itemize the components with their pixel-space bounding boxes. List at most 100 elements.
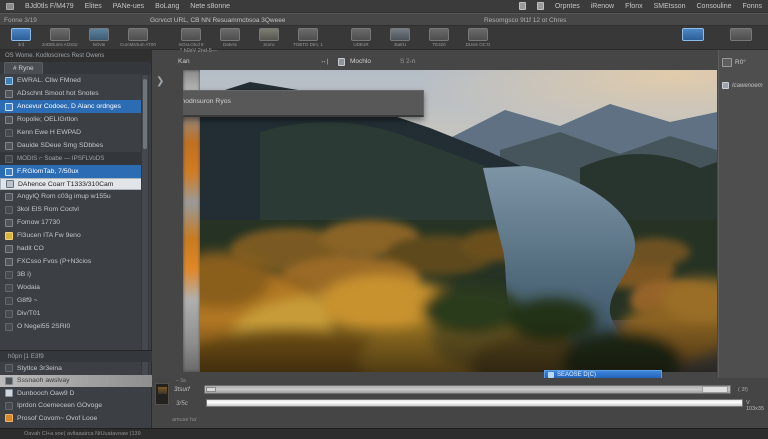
sidebar-tab[interactable]: # Ryne — [4, 62, 43, 74]
checkbox-icon[interactable] — [722, 82, 729, 89]
list-item[interactable]: 3kol ElS Rom Coctvl — [0, 203, 144, 216]
menu-item-edit[interactable]: Elites — [85, 3, 102, 10]
app-window-icon — [6, 3, 14, 10]
list-item-label: AngylQ Rom c03g imup w155u — [17, 193, 111, 200]
style-icon — [5, 364, 13, 372]
list-item[interactable]: Wodaia — [0, 281, 144, 294]
list-item-editing[interactable]: DAhence Coarr T1333/310Cam — [0, 178, 144, 190]
list-item[interactable]: Prosof Covom~ Ovof Looe — [0, 412, 152, 425]
sidebar-scrollbar[interactable] — [141, 74, 149, 384]
list-item[interactable]: FXCsso Fvos (P+N3cios — [0, 255, 144, 268]
export-icon — [5, 258, 13, 266]
menu-item-console[interactable]: Consouline — [697, 3, 732, 10]
tool-icon — [181, 28, 201, 41]
dot-icon — [5, 129, 13, 137]
menu-item-layer[interactable]: BoLang — [155, 3, 179, 10]
list-item[interactable]: G8f9 ~ — [0, 294, 144, 307]
options-left-label[interactable]: Kan — [178, 58, 190, 65]
list-item[interactable]: Fomow 17730 — [0, 216, 144, 229]
list-item[interactable]: Ropolie; OELIGrtlon — [0, 113, 144, 126]
menu-item-review[interactable]: iRenow — [591, 3, 614, 10]
photo-canvas[interactable]: Amodnsuron Ryos — [183, 70, 717, 372]
list-item[interactable]: hadit CO — [0, 242, 144, 255]
negative-icon — [5, 323, 13, 331]
list-item[interactable]: Div/T01 — [0, 307, 144, 320]
gear-icon — [5, 402, 13, 410]
slider2-track[interactable] — [206, 399, 743, 407]
list-item[interactable]: Kenn Ewe H EWPAD — [0, 126, 144, 139]
options-tool-label[interactable]: Mochlo — [350, 58, 371, 65]
panel-option-label: Icawenoem — [732, 83, 763, 89]
list-item[interactable]: O Negel55 2SRI0 — [0, 320, 144, 333]
slider1-start-box[interactable] — [206, 387, 216, 392]
tool-button[interactable]: CurcMsrtum AT001 — [121, 28, 155, 47]
list-item-label: 3kol ElS Rom Coctvl — [17, 206, 79, 213]
tool-label: TE320 — [432, 42, 445, 47]
menu-item-file[interactable]: BJd0tls F/M479 — [25, 3, 74, 10]
list-item-label: Kenn Ewe H EWPAD — [17, 129, 81, 136]
menu-item-options[interactable]: Orpntes — [555, 3, 580, 10]
info-center-label: Gcrvcct URL, CB NN Resuammcbsoa 3Qweee — [150, 17, 285, 24]
document-icon[interactable] — [519, 2, 526, 10]
list-item-selected[interactable]: Ancevur Codoec, D Alanc ordnges — [0, 100, 144, 113]
tool-button[interactable]: 2nDElums AOst1ms — [43, 28, 77, 47]
sidebar-list: EWRAL. Cllw FMned ADschnt Smoot hot Snot… — [0, 74, 144, 333]
tool-icon — [429, 28, 449, 41]
tool-button[interactable]: UDB1R — [344, 28, 378, 47]
list-item[interactable]: Dauide SDeue Smg SDbbes — [0, 139, 144, 152]
tool-button[interactable]: 3tatrU — [383, 28, 417, 47]
divider-icon — [5, 310, 13, 318]
menu-item-filter[interactable]: Ffonx — [625, 3, 643, 10]
file-icon — [5, 77, 13, 85]
tool-icon — [11, 28, 31, 41]
list-item[interactable]: Iprdon Coemeceen GOvoge — [0, 400, 152, 413]
tool-button[interactable]: TOBTO DIm, 1 — [291, 28, 325, 47]
menu-item-select[interactable]: Nete s8onne — [190, 3, 230, 10]
tool-icon — [50, 28, 70, 41]
tool-button-selected[interactable]: 3rd — [4, 28, 38, 47]
tool-button[interactable]: DUsts OC'O — [461, 28, 495, 47]
list-item-selected[interactable]: F.RGlomTab, 7/50ux — [0, 165, 144, 178]
menu-item-image[interactable]: PANe-ues — [113, 3, 144, 10]
tool-button[interactable] — [676, 28, 710, 42]
move-icon[interactable]: ↔| — [320, 58, 328, 65]
list-item[interactable]: 3B i) — [0, 268, 144, 281]
list-item-label: EWRAL. Cllw FMned — [17, 77, 81, 84]
filmstrip-thumbnail-icon[interactable] — [155, 383, 169, 405]
list-item[interactable]: EWRAL. Cllw FMned — [0, 74, 144, 87]
menu-item-fonts[interactable]: Fonns — [743, 3, 762, 10]
list-item[interactable]: Fl3ucen ITA Fw 9eno — [0, 229, 144, 242]
slider1-track[interactable] — [204, 385, 731, 394]
slider-note: – 3a — [176, 378, 186, 384]
panel-icon[interactable] — [537, 2, 544, 10]
tool-button[interactable]: Datvss — [213, 28, 247, 47]
slider1-handle[interactable] — [702, 386, 728, 393]
list-item-label: Prosof Covom~ Ovof Looe — [17, 415, 97, 422]
list-item-highlighted[interactable]: Sssnaoh awslvay — [0, 375, 152, 388]
scrollbar-thumb[interactable] — [143, 79, 147, 149]
collapse-panel-chevron-icon[interactable]: ❯ — [156, 76, 164, 87]
lower-panel-header: h0pn [1 E3f9 — [0, 350, 152, 362]
list-item[interactable]: ADschnt Smoot hot Snotes — [0, 87, 144, 100]
list-item-label: ADschnt Smoot hot Snotes — [17, 90, 99, 97]
checkbox-icon[interactable] — [5, 389, 13, 397]
tool-icon — [351, 28, 371, 41]
tool-button[interactable]: IsOsLOtcd 8 — [174, 28, 208, 47]
rotation-control[interactable]: R0° — [722, 58, 746, 67]
menu-item-session[interactable]: SMEtsson — [654, 3, 686, 10]
tool-button[interactable] — [724, 28, 758, 42]
tool-button[interactable]: TE320 — [422, 28, 456, 47]
options-right-label: S 2-n — [400, 58, 416, 65]
list-item[interactable]: Dunbooch Oaw9 D — [0, 387, 152, 400]
panel-option: Icawenoem — [722, 82, 763, 89]
sidebar-header: OS Wome. Kodloscirecs Rest Owens — [0, 50, 151, 62]
dropdown-overlay-panel[interactable]: Amodnsuron Ryos — [183, 90, 424, 117]
tool-button[interactable]: 3csnc — [252, 28, 286, 47]
list-item[interactable]: Stytlce 3r3eina — [0, 362, 152, 375]
tool-icon — [89, 28, 109, 41]
tool-button[interactable]: NOvte — [82, 28, 116, 47]
tool-label: TOBTO DIm, 1 — [293, 42, 323, 47]
list-item[interactable]: AngylQ Rom c03g imup w155u — [0, 190, 144, 203]
tool-label: 3rd — [18, 42, 25, 47]
list-item-label: Wodaia — [17, 284, 40, 291]
